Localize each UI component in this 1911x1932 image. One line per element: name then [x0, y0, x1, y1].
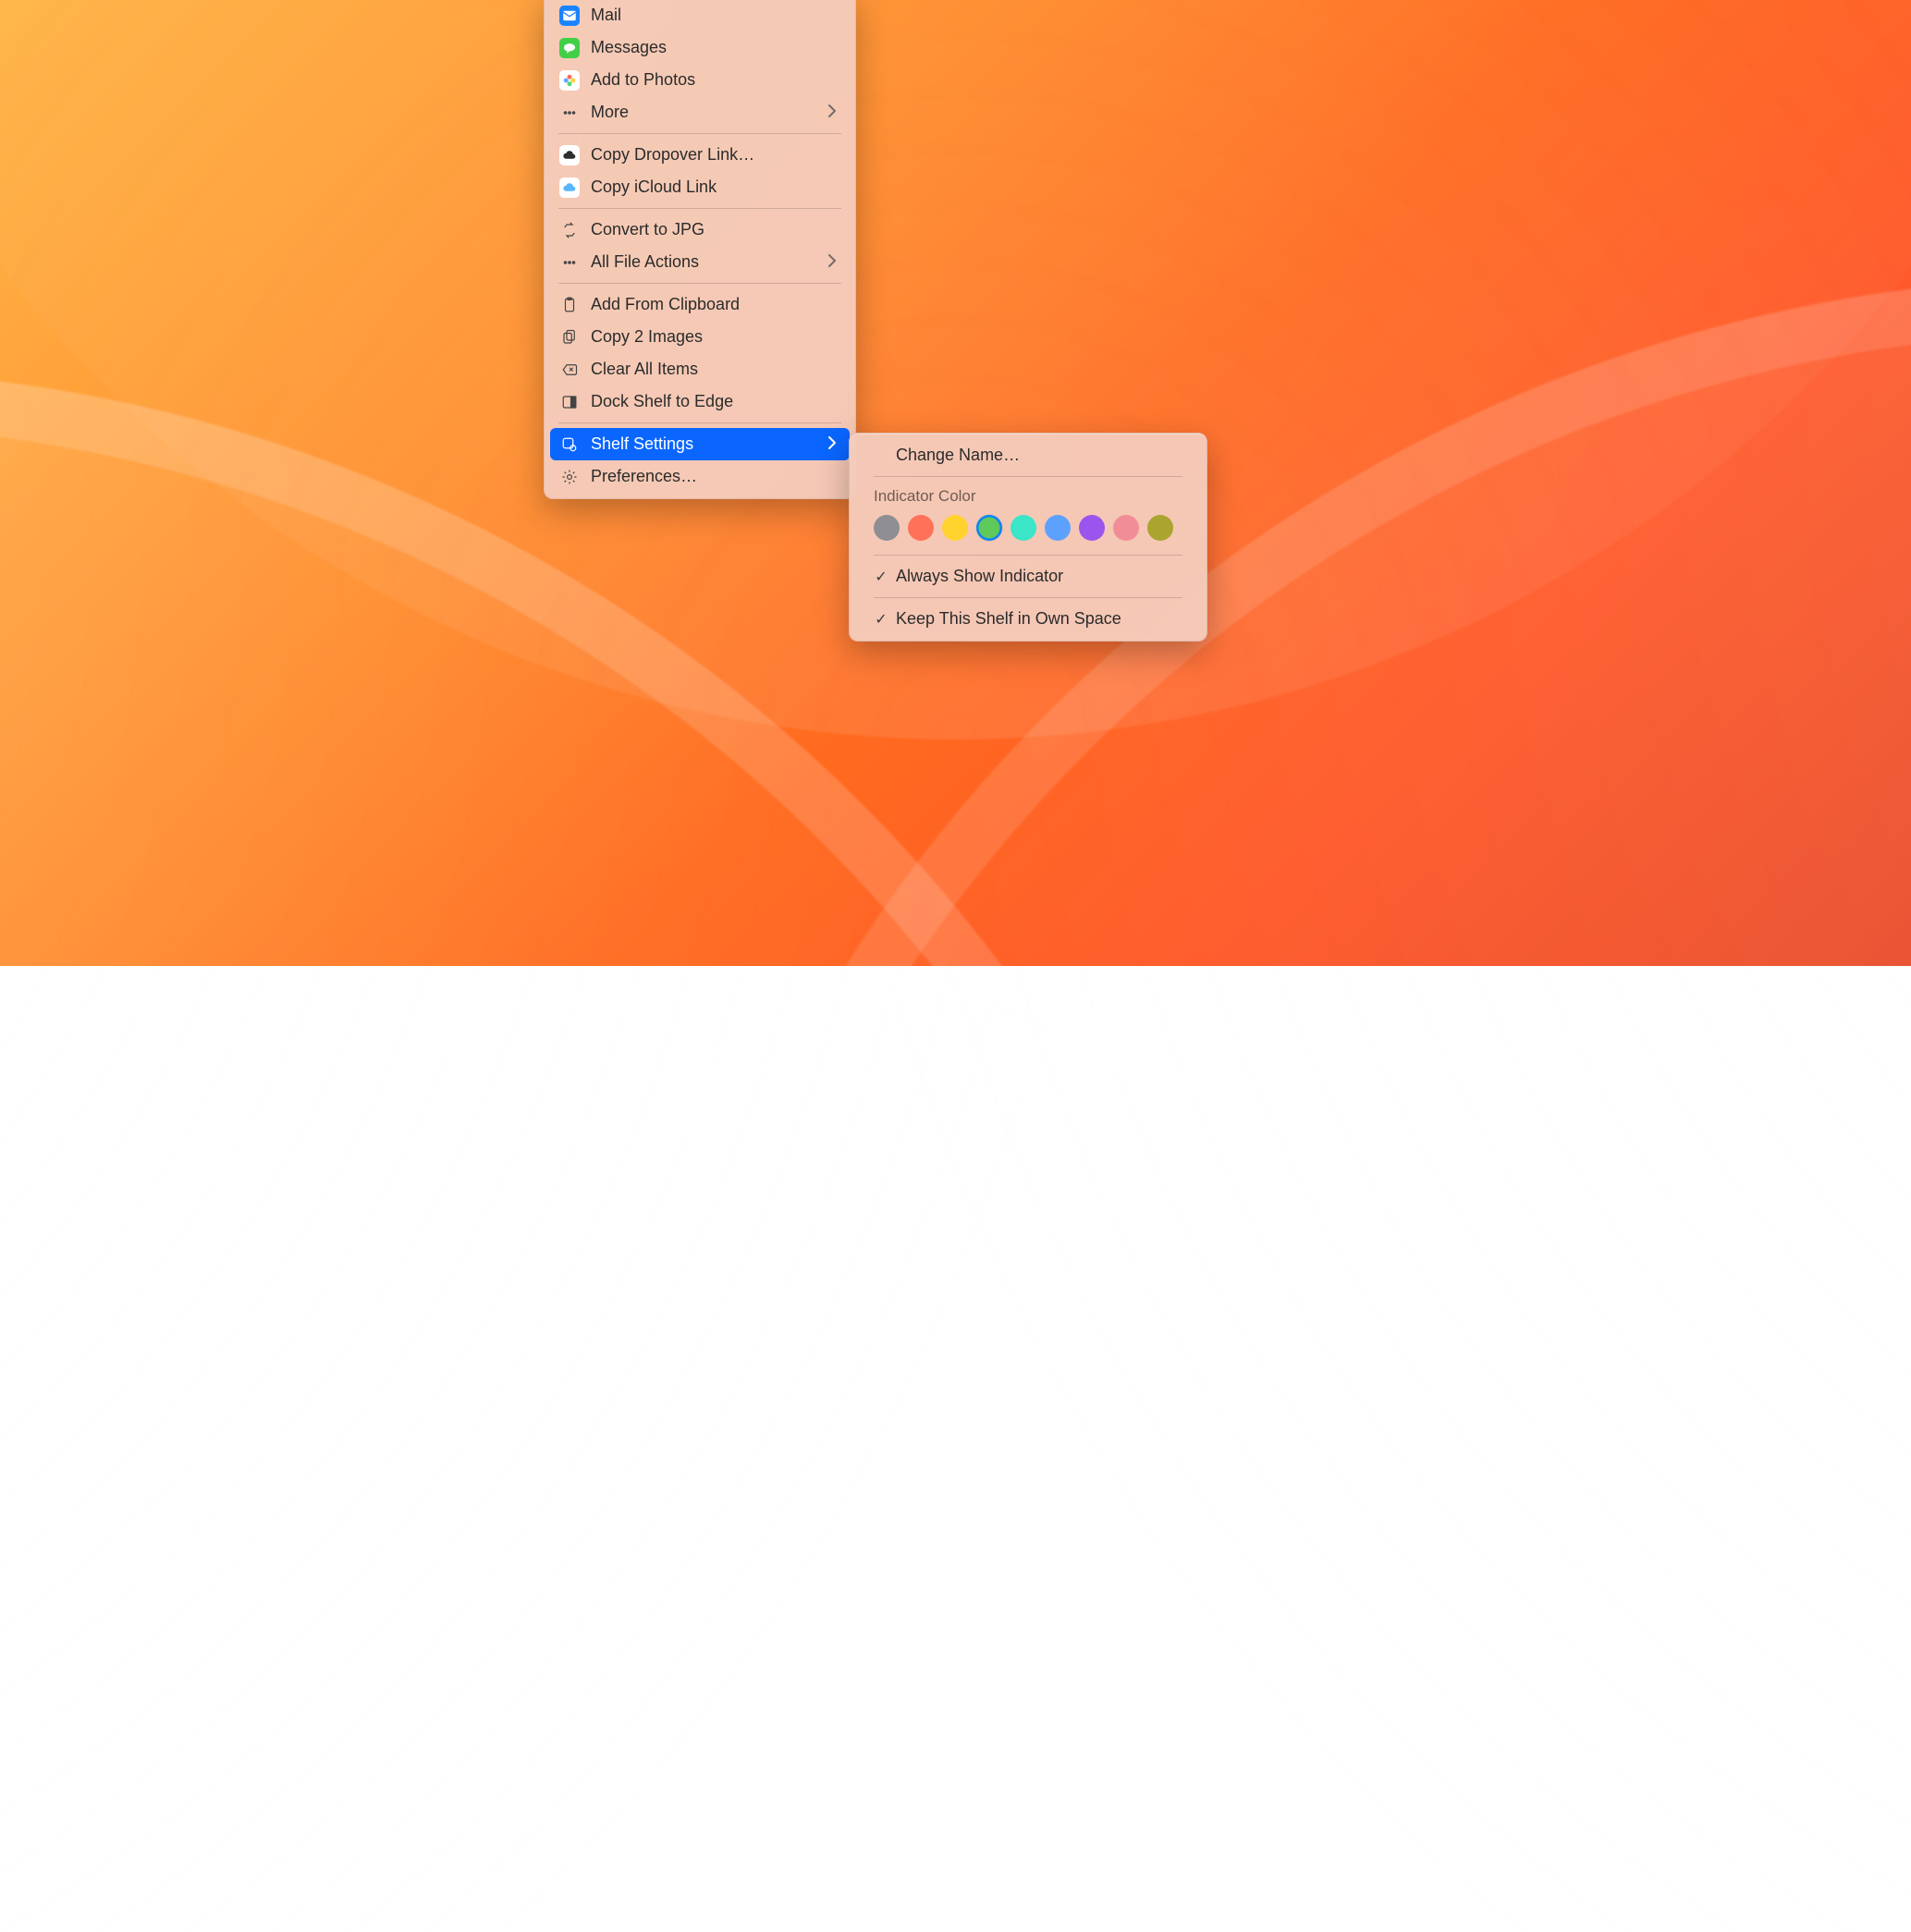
menu-item-label: Add From Clipboard: [591, 295, 837, 314]
menu-separator: [558, 283, 841, 284]
clipboard-icon: [559, 295, 580, 315]
indicator-color-swatch-gray[interactable]: [874, 515, 900, 541]
ellipsis-icon: [559, 252, 580, 273]
messages-app-icon: [559, 38, 580, 58]
clear-icon: [559, 360, 580, 380]
cloud-light-icon: [559, 177, 580, 198]
menu-item-all-file-actions[interactable]: All File Actions: [550, 246, 850, 278]
indicator-color-swatch-cyan[interactable]: [1011, 515, 1036, 541]
indicator-color-swatch-yellow[interactable]: [942, 515, 968, 541]
menu-item-copy-images[interactable]: Copy 2 Images: [550, 321, 850, 353]
menu-item-label: Dock Shelf to Edge: [591, 392, 837, 411]
menu-item-copy-dropover-link[interactable]: Copy Dropover Link…: [550, 139, 850, 171]
menu-item-convert-to-jpg[interactable]: Convert to JPG: [550, 214, 850, 246]
shelf-settings-submenu: Change Name… Indicator Color ✓ Always Sh…: [849, 433, 1207, 642]
menu-item-messages[interactable]: Messages: [550, 31, 850, 64]
menu-item-label: Copy 2 Images: [591, 327, 837, 347]
submenu-item-always-show-indicator[interactable]: ✓ Always Show Indicator: [855, 560, 1201, 593]
shelf-settings-icon: [559, 434, 580, 455]
submenu-item-keep-in-own-space[interactable]: ✓ Keep This Shelf in Own Space: [855, 603, 1201, 635]
menu-item-label: Shelf Settings: [591, 434, 816, 454]
submenu-item-label: Change Name…: [896, 446, 1182, 465]
indicator-color-swatch-olive[interactable]: [1147, 515, 1173, 541]
menu-item-clear-all[interactable]: Clear All Items: [550, 353, 850, 385]
indicator-color-swatch-red[interactable]: [908, 515, 934, 541]
indicator-color-swatch-green[interactable]: [976, 515, 1002, 541]
indicator-color-palette: [855, 509, 1201, 550]
indicator-color-swatch-purple[interactable]: [1079, 515, 1105, 541]
menu-item-label: Copy Dropover Link…: [591, 145, 837, 165]
menu-item-label: All File Actions: [591, 252, 816, 272]
indicator-color-heading: Indicator Color: [855, 482, 1201, 509]
menu-item-label: Add to Photos: [591, 70, 837, 90]
submenu-item-change-name[interactable]: Change Name…: [855, 439, 1201, 471]
menu-item-mail[interactable]: Mail: [550, 0, 850, 31]
menu-separator: [874, 476, 1182, 477]
menu-item-copy-icloud-link[interactable]: Copy iCloud Link: [550, 171, 850, 203]
copy-icon: [559, 327, 580, 348]
menu-separator: [874, 555, 1182, 556]
menu-item-dock-shelf[interactable]: Dock Shelf to Edge: [550, 385, 850, 418]
cloud-dark-icon: [559, 145, 580, 165]
menu-item-more[interactable]: More: [550, 96, 850, 128]
menu-item-label: Messages: [591, 38, 837, 57]
menu-separator: [558, 208, 841, 209]
ellipsis-icon: [559, 103, 580, 123]
chevron-right-icon: [827, 434, 837, 454]
menu-item-label: Mail: [591, 6, 837, 25]
menu-separator: [874, 597, 1182, 598]
gear-icon: [559, 467, 580, 487]
context-menu: Mail Messages Add to Photos More: [544, 0, 856, 499]
chevron-right-icon: [827, 103, 837, 122]
indicator-color-swatch-blue[interactable]: [1045, 515, 1071, 541]
menu-item-label: Convert to JPG: [591, 220, 837, 239]
chevron-right-icon: [827, 252, 837, 272]
menu-item-label: Copy iCloud Link: [591, 177, 837, 197]
menu-item-add-to-photos[interactable]: Add to Photos: [550, 64, 850, 96]
convert-icon: [559, 220, 580, 240]
dock-icon: [559, 392, 580, 412]
mail-app-icon: [559, 6, 580, 26]
menu-separator: [558, 422, 841, 423]
menu-item-preferences[interactable]: Preferences…: [550, 460, 850, 493]
menu-item-label: Clear All Items: [591, 360, 837, 379]
menu-item-label: More: [591, 103, 816, 122]
menu-item-label: Preferences…: [591, 467, 837, 486]
menu-item-add-from-clipboard[interactable]: Add From Clipboard: [550, 288, 850, 321]
submenu-item-label: Keep This Shelf in Own Space: [896, 609, 1182, 629]
photos-app-icon: [559, 70, 580, 91]
submenu-item-label: Always Show Indicator: [896, 567, 1182, 586]
checkmark-icon: ✓: [874, 568, 888, 586]
menu-item-shelf-settings[interactable]: Shelf Settings: [550, 428, 850, 460]
indicator-color-swatch-pink[interactable]: [1113, 515, 1139, 541]
menu-separator: [558, 133, 841, 134]
checkmark-icon: ✓: [874, 610, 888, 629]
